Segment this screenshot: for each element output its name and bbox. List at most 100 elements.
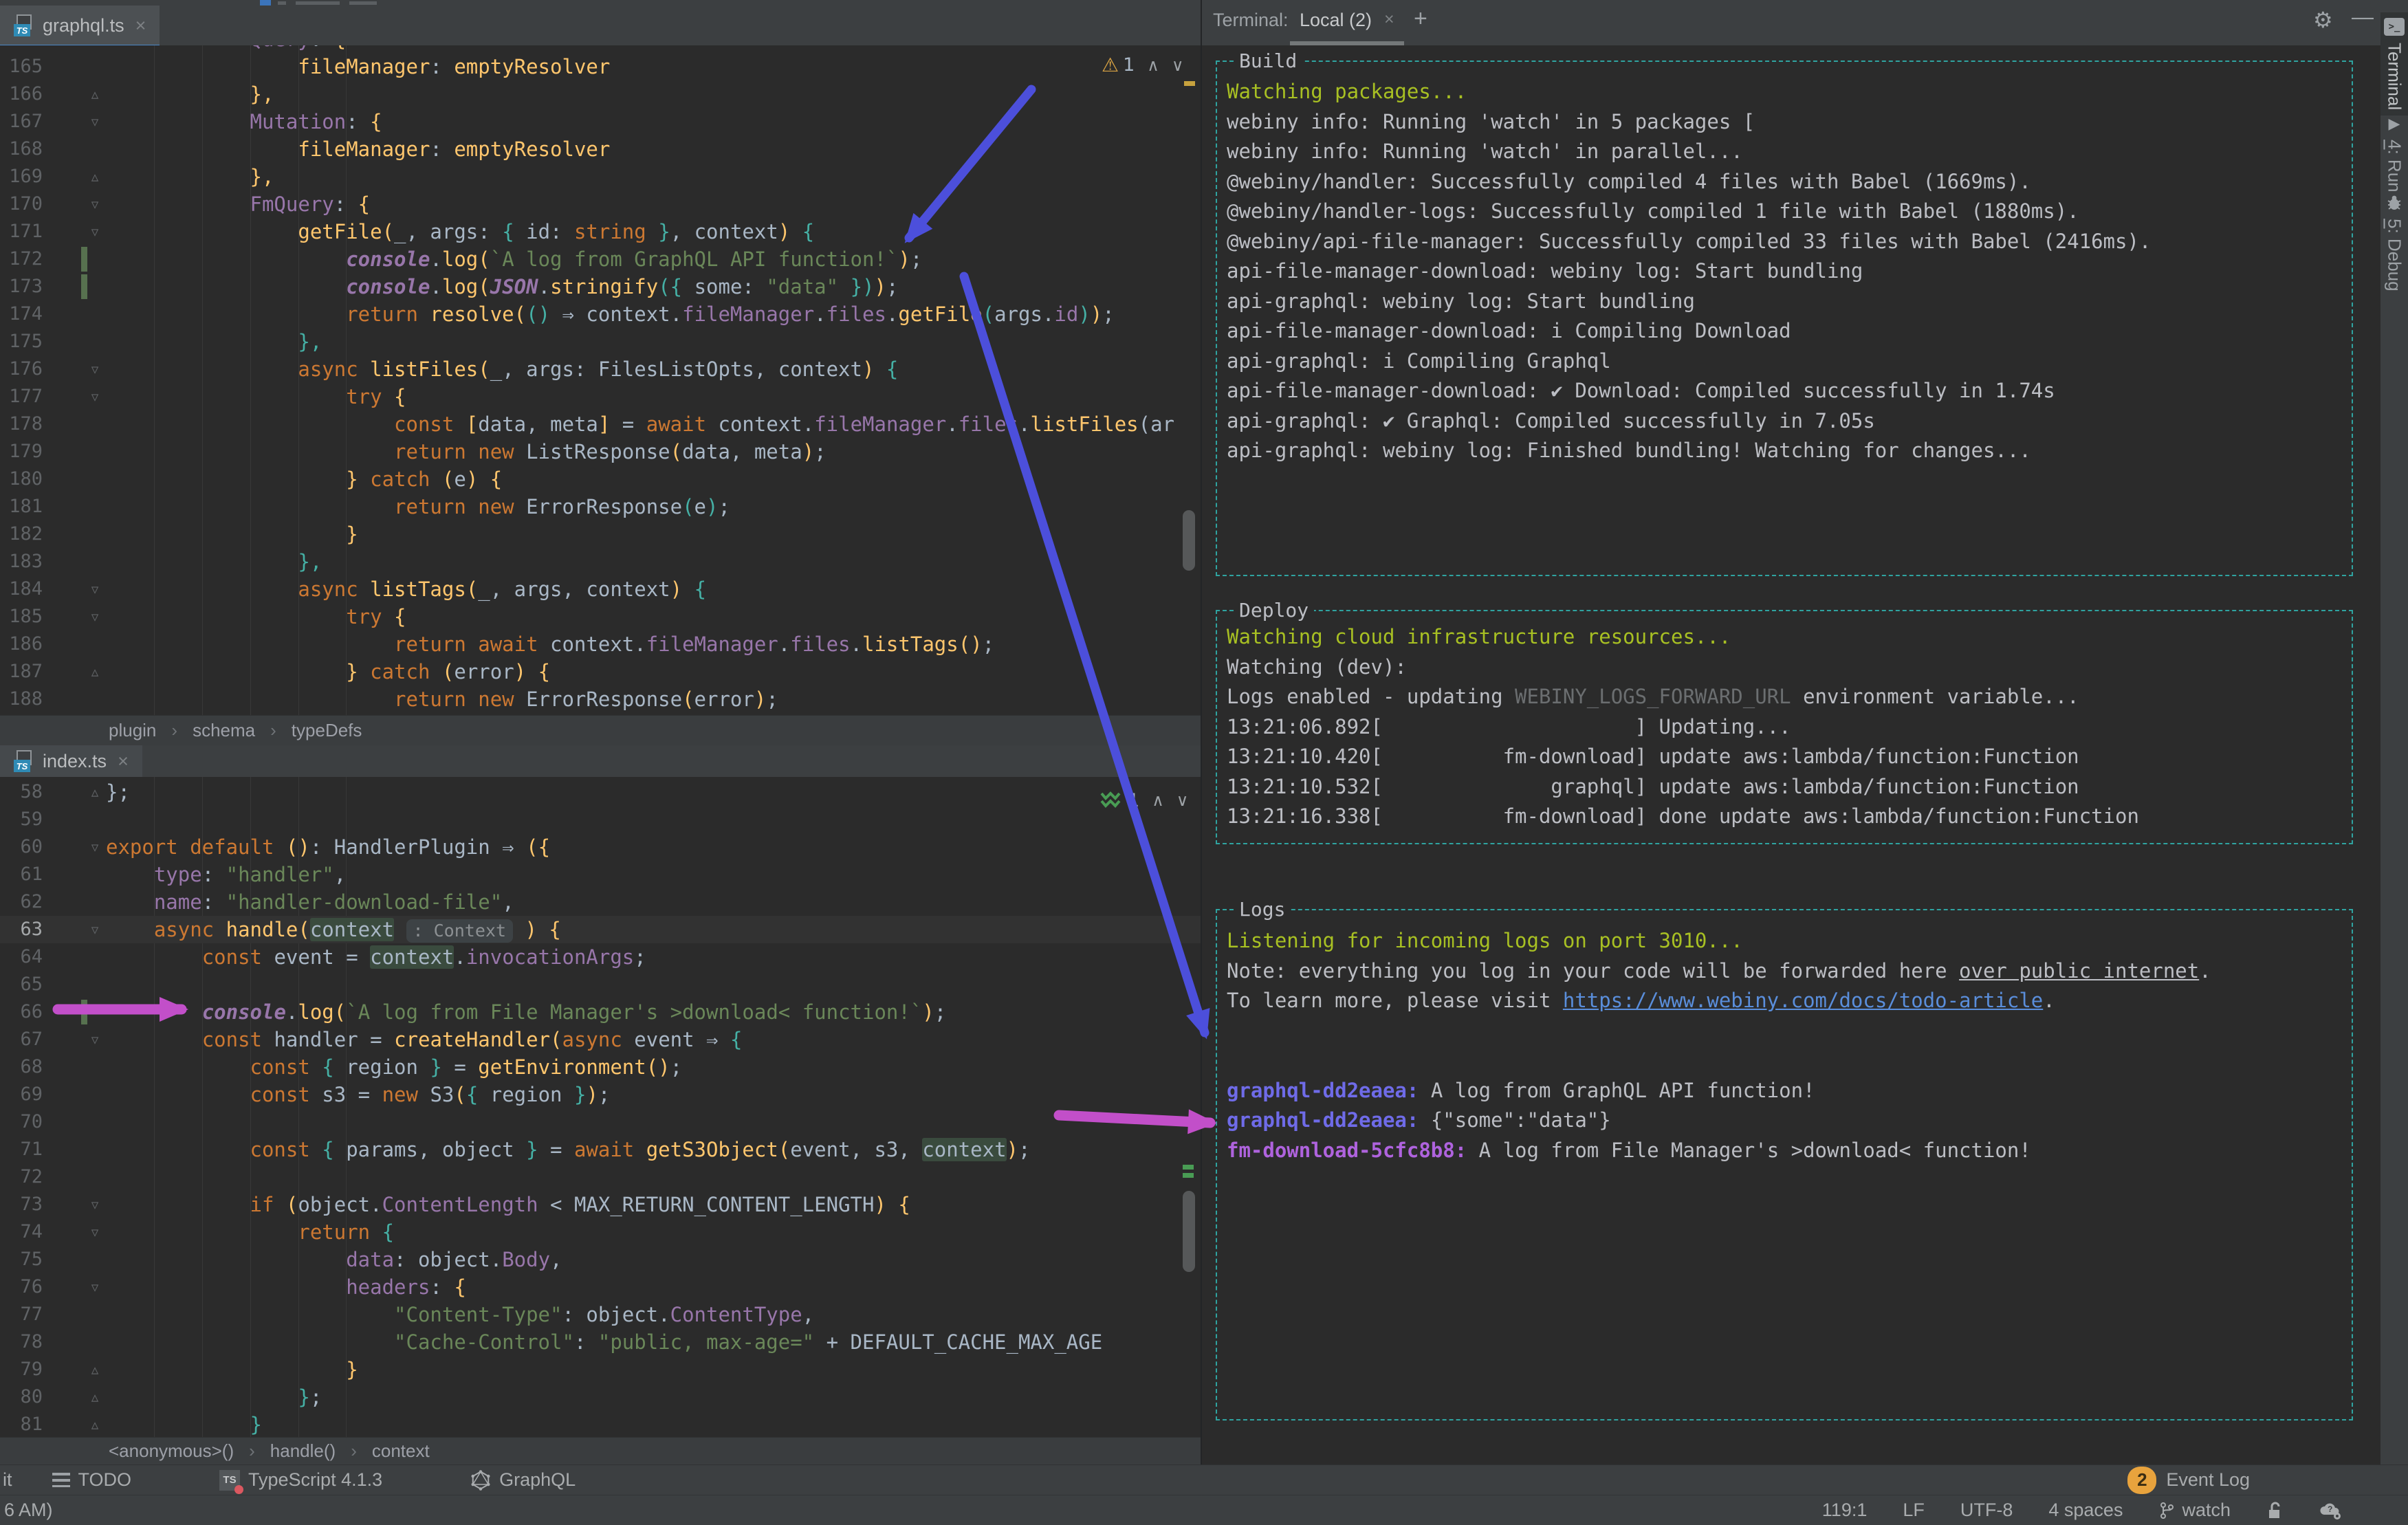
tab-index-ts[interactable]: TS index.ts × [0,745,142,777]
inspection-widget[interactable]: 1 ∧ ∨ [1099,789,1188,811]
code-line[interactable]: 167 ▿ Mutation: { [0,108,1201,135]
fold-icon[interactable]: ▿ [84,833,106,861]
code-line[interactable]: 61 type: "handler", [0,861,1201,888]
code-line[interactable]: 184 ▿ async listTags(_, args, context) { [0,575,1201,603]
code-line[interactable]: 71 const { params, object } = await getS… [0,1136,1201,1163]
fold-icon[interactable]: ▿ [84,603,106,630]
gutter[interactable] [43,1081,106,1108]
code-line[interactable]: 164 Query: { [0,45,1201,53]
gutter[interactable] [43,465,106,493]
fold-icon[interactable]: ▿ [84,1026,106,1053]
fold-icon[interactable]: ▿ [84,355,106,383]
code-line[interactable]: 173 console.log(JSON.stringify({ some: "… [0,273,1201,300]
gutter[interactable]: ▿ [43,1218,106,1246]
gutter[interactable] [43,630,106,658]
gutter[interactable] [43,1301,106,1328]
editor2-scrollbar-thumb[interactable] [1183,1191,1195,1272]
gutter[interactable] [43,493,106,520]
code-line[interactable]: 73 ▿ if (object.ContentLength < MAX_RETUR… [0,1191,1201,1218]
gutter[interactable]: ▵ [43,1356,106,1383]
code-line[interactable]: 176 ▿ async listFiles(_, args: FilesListO… [0,355,1201,383]
prev-warning-icon[interactable]: ∧ [1147,56,1159,75]
prev-mark-icon[interactable]: ∧ [1152,791,1164,810]
gutter[interactable] [43,328,106,355]
code-line[interactable]: 79 ▵ } [0,1356,1201,1383]
new-session-icon[interactable]: + [1414,6,1427,32]
code-line[interactable]: 80 ▵ }; [0,1383,1201,1411]
code-line[interactable]: 181 return new ErrorResponse(e); [0,493,1201,520]
code-line[interactable]: 187 ▵ } catch (error) { [0,658,1201,685]
stripe-run-button[interactable]: ▶ 4: Run [2380,116,2408,193]
gutter[interactable]: ▿ [43,575,106,603]
code-line[interactable]: 74 ▿ return { [0,1218,1201,1246]
code-line[interactable]: 62 name: "handler-download-file", [0,888,1201,916]
gutter[interactable] [43,520,106,548]
gutter[interactable]: ▿ [43,218,106,245]
git-branch-widget[interactable]: watch [2158,1500,2231,1521]
breadcrumb-item[interactable]: schema [193,720,255,741]
breadcrumb-item[interactable]: <anonymous>() [109,1440,234,1462]
gutter[interactable] [43,273,106,300]
fold-icon[interactable]: ▵ [84,1411,106,1437]
code-line[interactable]: 165 fileManager: emptyResolver [0,53,1201,80]
gutter[interactable] [43,245,106,273]
gutter[interactable] [43,806,106,833]
code-line[interactable]: 171 ▿ getFile(_, args: { id: string }, co… [0,218,1201,245]
code-line[interactable]: 67 ▿ const handler = createHandler(async … [0,1026,1201,1053]
code-line[interactable]: 60 ▿ export default (): HandlerPlugin ⇒ ({ [0,833,1201,861]
gutter[interactable] [43,1136,106,1163]
gutter[interactable] [43,53,106,80]
code-line[interactable]: 179 return new ListResponse(data, meta); [0,438,1201,465]
stripe-terminal-button[interactable]: >_ Terminal [2380,12,2408,116]
fold-icon[interactable]: ▿ [84,575,106,603]
lock-widget[interactable] [2266,1501,2283,1520]
code-line[interactable]: 180 } catch (e) { [0,465,1201,493]
code-line[interactable]: 186 return await context.fileManager.fil… [0,630,1201,658]
next-warning-icon[interactable]: ∨ [1172,56,1184,75]
inspection-widget[interactable]: ⚠ 1 ∧ ∨ [1102,54,1183,76]
gutter[interactable]: ▿ [43,833,106,861]
code-line[interactable]: 75 data: object.Body, [0,1246,1201,1273]
gutter[interactable]: ▿ [43,355,106,383]
gutter[interactable] [43,300,106,328]
code-line[interactable]: 63 ▿ async handle(context : Context ) { [0,916,1201,943]
toolbar-typescript-button[interactable]: TS TypeScript 4.1.3 [219,1469,382,1494]
code-line[interactable]: 69 const s3 = new S3({ region }); [0,1081,1201,1108]
code-line[interactable]: 76 ▿ headers: { [0,1273,1201,1301]
gutter[interactable]: ▵ [43,1411,106,1437]
code-line[interactable]: 78 "Cache-Control": "public, max-age=" +… [0,1328,1201,1356]
terminal-tab-local[interactable]: Local (2) × [1300,10,1394,31]
code-line[interactable]: 183 }, [0,548,1201,575]
gutter[interactable]: ▿ [43,916,106,943]
gutter[interactable]: ▵ [43,80,106,108]
fold-icon[interactable]: ▵ [84,80,106,108]
caret-position[interactable]: 119:1 [1822,1500,1868,1521]
ide-services-widget[interactable]: ? [2319,1501,2342,1520]
code-line[interactable]: 177 ▿ try { [0,383,1201,410]
gutter[interactable] [43,45,106,53]
breadcrumb-item[interactable]: typeDefs [292,720,362,741]
gutter[interactable]: ▿ [43,1273,106,1301]
gutter[interactable] [43,943,106,971]
gutter[interactable] [43,1108,106,1136]
gutter[interactable] [43,410,106,438]
gutter[interactable] [43,135,106,163]
gutter[interactable] [43,685,106,713]
toolbar-event-log-button[interactable]: 2 Event Log [2127,1466,2250,1494]
gutter[interactable]: ▵ [43,778,106,806]
fold-icon[interactable]: ▿ [84,916,106,943]
code-line[interactable]: 168 fileManager: emptyResolver [0,135,1201,163]
terminal-panel[interactable]: Terminal: Local (2) × + ⚙ — Build Watchi… [1201,0,2380,1464]
breadcrumb-item[interactable]: plugin [109,720,156,741]
tab-graphql-ts[interactable]: TS graphql.ts × [0,6,160,50]
gutter[interactable]: ▿ [43,383,106,410]
code-line[interactable]: 58 ▵}; [0,778,1201,806]
line-separator[interactable]: LF [1903,1500,1925,1521]
gear-icon[interactable]: ⚙ [2313,7,2333,33]
fold-icon[interactable]: ▿ [84,383,106,410]
gutter[interactable] [43,438,106,465]
code-line[interactable]: 68 const { region } = getEnvironment(); [0,1053,1201,1081]
code-line[interactable]: 77 "Content-Type": object.ContentType, [0,1301,1201,1328]
fold-icon[interactable]: ▿ [84,218,106,245]
fold-icon[interactable]: ▿ [84,1218,106,1246]
